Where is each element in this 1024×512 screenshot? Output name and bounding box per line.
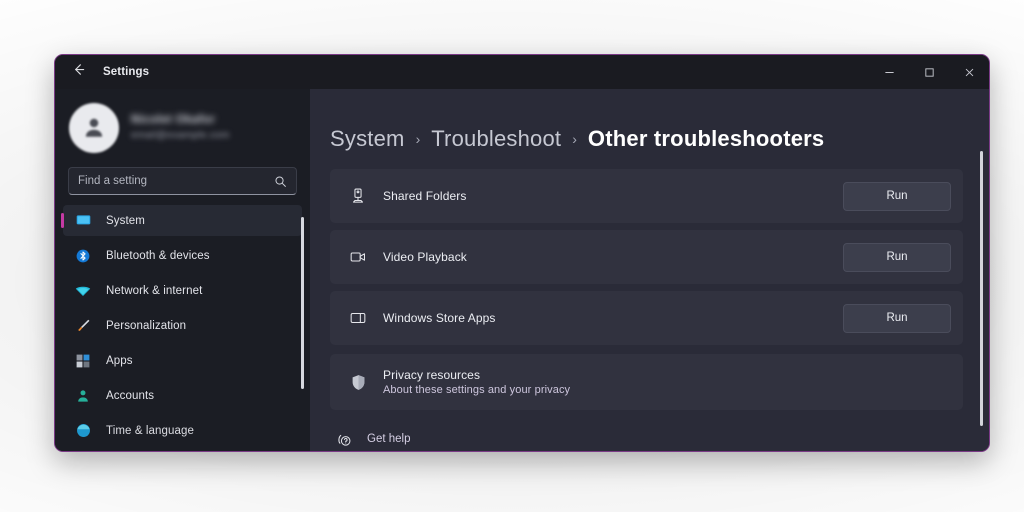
privacy-texts: Privacy resources About these settings a… [383, 368, 570, 396]
sidebar-item-personalization[interactable]: Personalization [63, 310, 302, 341]
troubleshooter-name: Shared Folders [383, 189, 467, 203]
table-row: Video Playback Run [330, 230, 963, 284]
sidebar-item-bluetooth-devices[interactable]: Bluetooth & devices [63, 240, 302, 271]
sidebar-item-label: Personalization [106, 319, 187, 332]
get-help-label: Get help [367, 433, 411, 445]
sidebar-item-label: Time & language [106, 424, 195, 437]
page-title: Other troubleshooters [587, 126, 825, 151]
bluetooth-icon [73, 247, 93, 265]
sidebar-scrollbar[interactable] [301, 217, 304, 389]
wifi-icon [73, 282, 93, 300]
user-avatar-icon [85, 118, 103, 137]
network-drive-icon [346, 184, 370, 208]
sidebar-item-system[interactable]: System [61, 205, 302, 236]
sidebar-item-apps[interactable]: Apps [63, 345, 302, 376]
title-bar: Settings [55, 55, 989, 89]
breadcrumb-item-system[interactable]: System [330, 126, 405, 152]
content-scrollbar[interactable] [980, 151, 983, 426]
globe-clock-icon [73, 422, 93, 440]
sidebar-item-label: Network & internet [106, 284, 203, 297]
person-icon [73, 387, 93, 405]
sidebar-item-label: Apps [106, 354, 133, 367]
sidebar: Nicolet Okafor email@example.com Find a … [55, 89, 310, 451]
account-block[interactable]: Nicolet Okafor email@example.com [55, 95, 310, 163]
maximize-button[interactable] [909, 55, 949, 89]
troubleshooter-name: Video Playback [383, 250, 467, 264]
sidebar-nav: System Bluetooth & devices Network & int… [55, 205, 310, 446]
breadcrumb-separator-icon: › [415, 131, 421, 147]
table-row: Windows Store Apps Run [330, 291, 963, 345]
get-help-link[interactable]: Get help [330, 429, 963, 449]
breadcrumb-item-troubleshoot[interactable]: Troubleshoot [431, 126, 561, 152]
table-row: Shared Folders Run [330, 169, 963, 223]
sidebar-item-time-language[interactable]: Time & language [63, 415, 302, 446]
run-button-shared-folders[interactable]: Run [843, 181, 951, 211]
settings-window: Settings Nicolet Okafor email@example.co… [54, 54, 990, 452]
search-box[interactable] [68, 167, 297, 195]
window-controls [869, 55, 989, 89]
breadcrumb-separator-icon: › [572, 131, 577, 147]
troubleshooter-name: Windows Store Apps [383, 311, 496, 325]
privacy-title: Privacy resources [383, 368, 481, 382]
store-app-icon [346, 306, 370, 330]
privacy-subtitle: About these settings and your privacy [383, 384, 571, 396]
paintbrush-icon [73, 317, 93, 335]
sidebar-item-label: Bluetooth & devices [106, 249, 210, 262]
shield-icon [346, 370, 370, 394]
sidebar-item-accounts[interactable]: Accounts [63, 380, 302, 411]
window-title: Settings [103, 66, 150, 78]
back-button[interactable] [63, 58, 93, 86]
avatar [69, 103, 119, 153]
search-icon [274, 175, 287, 188]
content-area: System › Troubleshoot › Other troublesho… [310, 89, 989, 451]
sidebar-item-network-internet[interactable]: Network & internet [63, 275, 302, 306]
video-camera-icon [346, 245, 370, 269]
help-question-icon [334, 429, 354, 449]
run-button-video-playback[interactable]: Run [843, 242, 951, 272]
window-body: Nicolet Okafor email@example.com Find a … [55, 89, 989, 451]
privacy-resources-row[interactable]: Privacy resources About these settings a… [330, 354, 963, 410]
back-arrow-icon [71, 62, 86, 82]
sidebar-item-label: Accounts [106, 389, 155, 402]
minimize-button[interactable] [869, 55, 909, 89]
run-button-windows-store-apps[interactable]: Run [843, 303, 951, 333]
search-input[interactable] [78, 175, 274, 187]
account-email: email@example.com [131, 130, 230, 141]
monitor-icon [73, 212, 93, 230]
breadcrumb: System › Troubleshoot › Other troublesho… [330, 89, 963, 169]
sidebar-item-label: System [106, 214, 145, 227]
close-button[interactable] [949, 55, 989, 89]
apps-grid-icon [73, 352, 93, 370]
account-name: Nicolet Okafor [131, 114, 216, 126]
